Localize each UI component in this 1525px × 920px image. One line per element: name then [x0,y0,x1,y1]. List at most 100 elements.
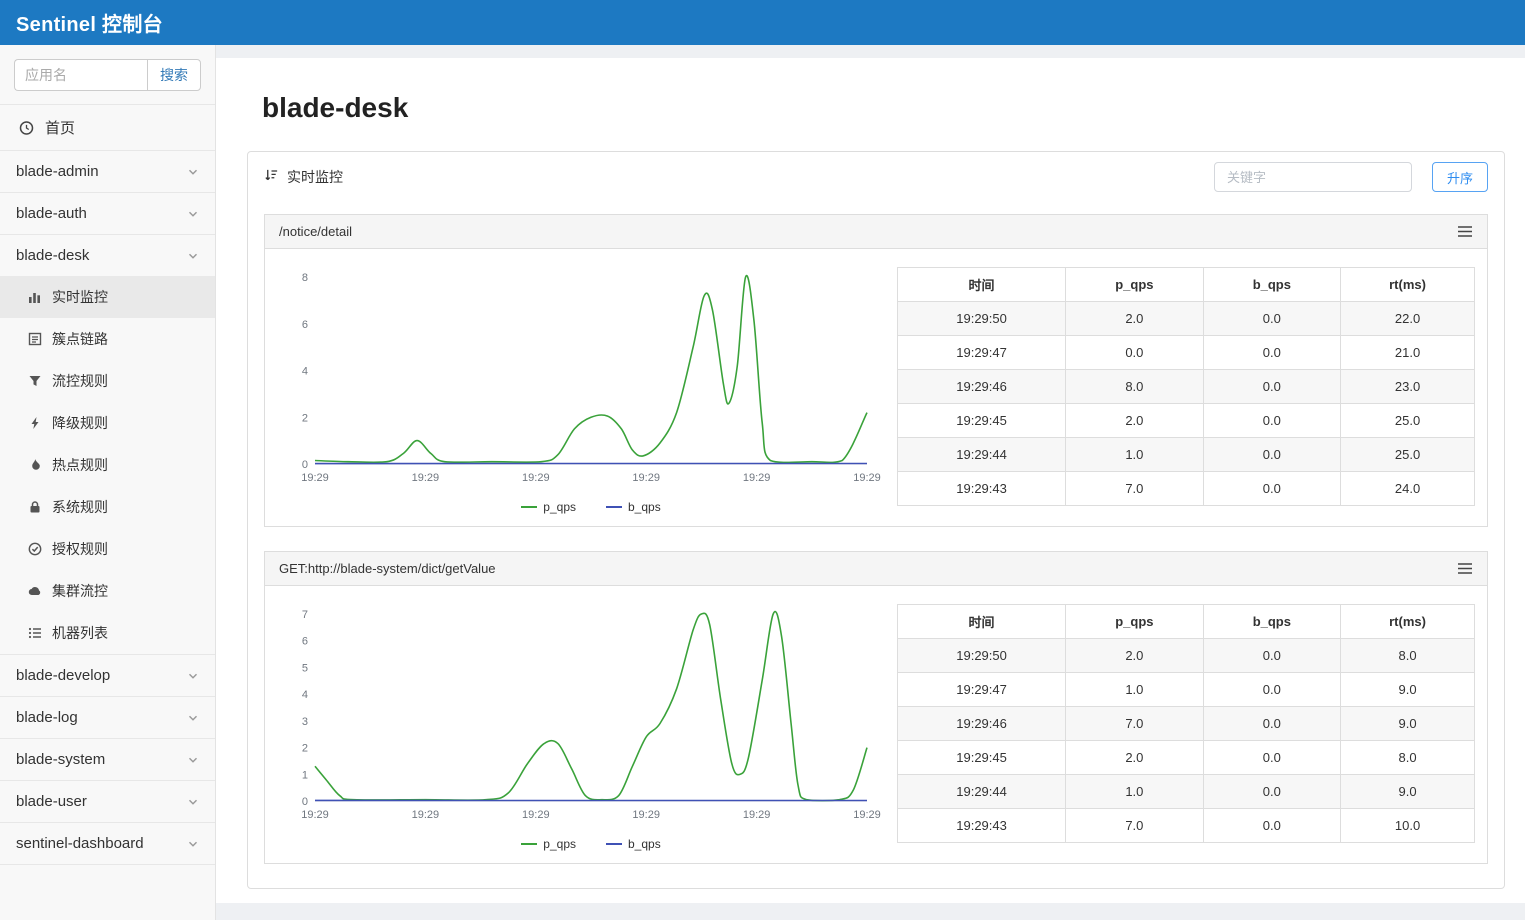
sidebar-item-label: 系统规则 [52,497,108,517]
table-cell: 0.0 [1203,809,1340,843]
metrics-column-header: 时间 [898,268,1066,302]
table-cell: 19:29:44 [898,438,1066,472]
cluster-link-icon [27,332,42,346]
svg-text:4: 4 [302,689,308,701]
sidebar-item-cluster-link[interactable]: 簇点链路 [0,318,215,360]
svg-text:19:29: 19:29 [853,809,881,821]
sidebar-item-system-rules[interactable]: 系统规则 [0,486,215,528]
chevron-down-icon [187,166,199,178]
sort-amount-icon [264,168,279,186]
svg-text:19:29: 19:29 [301,472,329,484]
table-cell: 2.0 [1066,639,1203,673]
table-cell: 9.0 [1341,775,1475,809]
legend-b_qps: b_qps [606,837,661,851]
flow-rules-icon [27,374,42,388]
svg-text:19:29: 19:29 [743,472,771,484]
sidebar-item-machine-list[interactable]: 机器列表 [0,612,215,654]
table-cell: 0.0 [1203,438,1340,472]
sidebar-app-label: blade-auth [16,205,87,222]
sort-order-button[interactable]: 升序 [1432,162,1488,192]
svg-text:19:29: 19:29 [743,809,771,821]
sidebar-app-blade-auth[interactable]: blade-auth [0,192,215,234]
table-cell: 19:29:43 [898,809,1066,843]
svg-text:1: 1 [302,769,308,781]
svg-text:19:29: 19:29 [522,809,550,821]
chevron-down-icon [187,796,199,808]
sidebar-app-sentinel-dashboard[interactable]: sentinel-dashboard [0,822,215,864]
sidebar-item-hotspot-rules[interactable]: 热点规则 [0,444,215,486]
table-cell: 7.0 [1066,472,1203,506]
table-cell: 25.0 [1341,404,1475,438]
table-cell: 1.0 [1066,438,1203,472]
search-button[interactable]: 搜索 [147,59,201,91]
realtime-monitor-icon [27,290,42,304]
app-title: Sentinel 控制台 [16,8,163,37]
legend-swatch-icon [606,506,622,508]
table-cell: 9.0 [1341,707,1475,741]
table-cell: 10.0 [1341,809,1475,843]
sidebar-app-blade-develop[interactable]: blade-develop [0,654,215,696]
resource-panels: /notice/detail0246819:2919:2919:2919:291… [248,214,1504,864]
sidebar-app-blade-user[interactable]: blade-user [0,780,215,822]
main-content: blade-desk 实时监控 升序 /notice/detail0246819… [216,45,1525,920]
machine-list-icon [27,626,42,640]
table-row: 19:29:452.00.025.0 [898,404,1475,438]
hamburger-menu-icon[interactable] [1457,225,1473,238]
metrics-column-header: p_qps [1066,268,1203,302]
chevron-down-icon [187,670,199,682]
table-cell: 0.0 [1203,370,1340,404]
sidebar-item-label: 机器列表 [52,623,108,643]
svg-text:8: 8 [302,272,308,284]
svg-text:6: 6 [302,636,308,648]
monitor-toolbar: 实时监控 升序 [248,152,1504,200]
svg-text:19:29: 19:29 [853,472,881,484]
chevron-down-icon [187,754,199,766]
table-row: 19:29:502.00.08.0 [898,639,1475,673]
sidebar-app-blade-desk[interactable]: blade-desk [0,234,215,276]
chart-legend: p_qpsb_qps [285,500,897,514]
svg-text:4: 4 [302,366,308,378]
sidebar-item-home[interactable]: 首页 [0,104,215,150]
sidebar-item-degrade-rules[interactable]: 降级规则 [0,402,215,444]
table-row: 19:29:471.00.09.0 [898,673,1475,707]
svg-text:19:29: 19:29 [632,809,660,821]
resource-panel-header: GET:http://blade-system/dict/getValue [265,552,1487,586]
resource-panel: GET:http://blade-system/dict/getValue012… [264,551,1488,864]
sidebar-app-label: sentinel-dashboard [16,835,144,852]
legend-b_qps: b_qps [606,500,661,514]
sidebar-app-label: blade-desk [16,247,89,264]
sidebar-app-label: blade-develop [16,667,110,684]
sidebar-item-realtime-monitor[interactable]: 实时监控 [0,276,215,318]
metrics-table: 时间p_qpsb_qpsrt(ms)19:29:502.00.08.019:29… [897,604,1475,843]
table-cell: 19:29:45 [898,404,1066,438]
table-cell: 19:29:50 [898,302,1066,336]
table-cell: 2.0 [1066,302,1203,336]
table-cell: 0.0 [1203,673,1340,707]
qps-chart: 0123456719:2919:2919:2919:2919:2919:29p_… [285,604,897,851]
svg-text:2: 2 [302,743,308,755]
sidebar-item-flow-rules[interactable]: 流控规则 [0,360,215,402]
hamburger-menu-icon[interactable] [1457,562,1473,575]
search-input[interactable] [14,59,147,91]
table-cell: 0.0 [1203,775,1340,809]
table-row: 19:29:452.00.08.0 [898,741,1475,775]
table-cell: 9.0 [1341,673,1475,707]
submenu-blade-desk: 实时监控簇点链路流控规则降级规则热点规则系统规则授权规则集群流控机器列表 [0,276,215,654]
table-cell: 19:29:46 [898,707,1066,741]
table-cell: 2.0 [1066,741,1203,775]
table-cell: 19:29:45 [898,741,1066,775]
sidebar-app-blade-log[interactable]: blade-log [0,696,215,738]
sidebar-item-label: 流控规则 [52,371,108,391]
table-row: 19:29:468.00.023.0 [898,370,1475,404]
sidebar-app-blade-system[interactable]: blade-system [0,738,215,780]
resource-name: GET:http://blade-system/dict/getValue [279,561,496,576]
keyword-input[interactable] [1214,162,1412,192]
sidebar-app-blade-admin[interactable]: blade-admin [0,150,215,192]
sidebar-item-cluster-flow[interactable]: 集群流控 [0,570,215,612]
table-row: 19:29:467.00.09.0 [898,707,1475,741]
svg-text:19:29: 19:29 [522,472,550,484]
sidebar-item-authority-rules[interactable]: 授权规则 [0,528,215,570]
sidebar-item-label: 簇点链路 [52,329,108,349]
monitor-title: 实时监控 [287,167,343,187]
metrics-column-header: b_qps [1203,268,1340,302]
